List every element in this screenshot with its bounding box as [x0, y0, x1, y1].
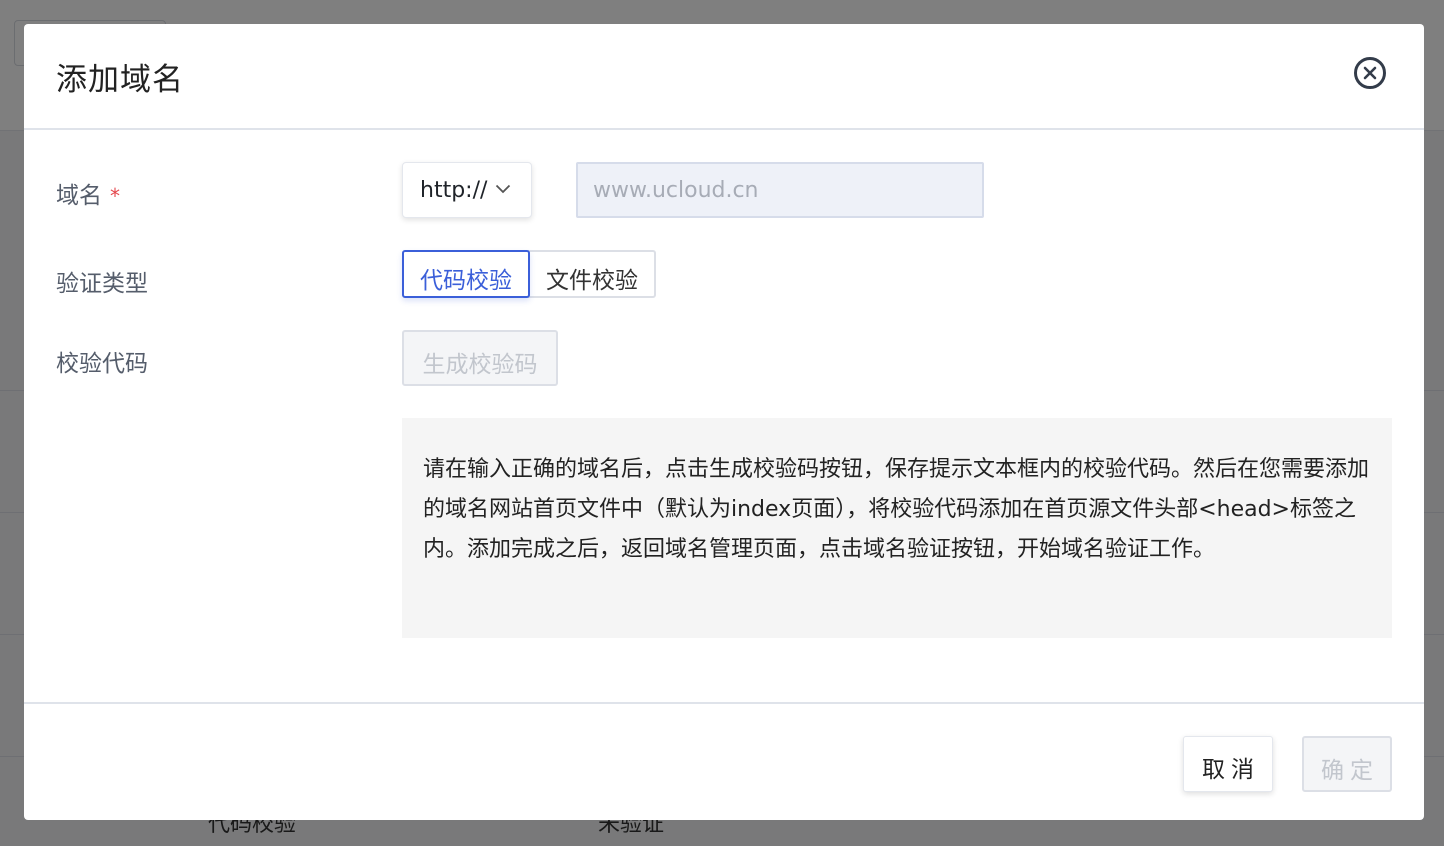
required-mark: * [110, 184, 120, 208]
add-domain-dialog: 添加域名 域名 * http:// 验证类型 代码校验 文件校验 校验代码 生成校… [24, 24, 1424, 820]
protocol-select-value: http:// [420, 178, 488, 203]
verify-type-label: 验证类型 [56, 271, 148, 297]
verify-type-file-option[interactable]: 文件校验 [528, 250, 656, 298]
chevron-down-icon [495, 184, 511, 194]
close-icon[interactable] [1354, 57, 1386, 89]
domain-input[interactable] [576, 162, 984, 218]
confirm-button[interactable]: 确定 [1302, 736, 1392, 792]
cancel-button-label: 取消 [1202, 757, 1260, 783]
cancel-button[interactable]: 取消 [1183, 736, 1273, 792]
protocol-select[interactable]: http:// [402, 162, 532, 218]
confirm-button-label: 确定 [1321, 758, 1379, 784]
generate-code-button[interactable]: 生成校验码 [402, 330, 558, 386]
dialog-header: 添加域名 [24, 24, 1424, 130]
instruction-text: 请在输入正确的域名后，点击生成校验码按钮，保存提示文本框内的校验代码。然后在您需… [423, 457, 1370, 562]
dialog-footer: 取消 确定 [24, 702, 1424, 820]
verify-code-label: 校验代码 [56, 351, 148, 377]
dialog-title: 添加域名 [56, 62, 184, 98]
domain-label: 域名 * [56, 176, 120, 210]
verify-type-code-label: 代码校验 [420, 268, 512, 294]
verify-type-code-option[interactable]: 代码校验 [402, 250, 530, 298]
verify-code-textbox: 请在输入正确的域名后，点击生成校验码按钮，保存提示文本框内的校验代码。然后在您需… [402, 418, 1392, 638]
generate-code-button-label: 生成校验码 [422, 352, 538, 378]
domain-label-text: 域名 [56, 183, 102, 209]
verify-type-file-label: 文件校验 [546, 268, 638, 294]
